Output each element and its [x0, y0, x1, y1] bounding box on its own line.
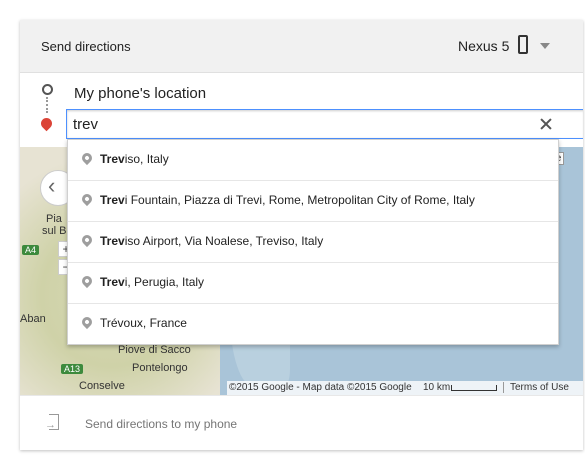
suggestion-item[interactable]: Trévoux, France	[68, 303, 558, 344]
clear-icon[interactable]	[537, 115, 555, 133]
send-footer: → Send directions to my phone	[20, 395, 583, 450]
header-title: Send directions	[41, 39, 131, 54]
map-label-piove-di-sacco: Piove di Sacco	[118, 344, 191, 356]
origin-circle-icon	[42, 84, 53, 95]
send-to-phone-button[interactable]: Send directions to my phone	[85, 417, 237, 431]
place-pin-icon	[79, 150, 95, 166]
suggestion-match: Trev	[100, 152, 125, 166]
map-copyright: ©2015 Google - Map data ©2015 Google	[229, 382, 412, 393]
dialog-header: Send directions Nexus 5	[20, 20, 583, 73]
route-connector	[46, 97, 48, 113]
suggestion-match: Trev	[100, 275, 125, 289]
suggestion-match: Trev	[100, 193, 125, 207]
suggestion-item[interactable]: Treviso Airport, Via Noalese, Treviso, I…	[68, 221, 558, 262]
suggestion-rest: iso, Italy	[124, 152, 169, 166]
phone-icon[interactable]	[518, 35, 528, 54]
map-label-aban: Aban	[20, 313, 46, 325]
destination-input[interactable]	[66, 109, 583, 139]
place-pin-icon	[79, 273, 95, 289]
send-to-phone-icon: →	[45, 414, 59, 431]
autocomplete-dropdown: Treviso, Italy Trevi Fountain, Piazza di…	[67, 139, 559, 345]
destination-pin-icon	[38, 115, 55, 132]
suggestion-item[interactable]: Treviso, Italy	[68, 140, 558, 180]
map-attribution-bar: ©2015 Google - Map data ©2015 Google 10 …	[227, 381, 583, 395]
suggestion-rest: i Fountain, Piazza di Trevi, Rome, Metro…	[124, 193, 475, 207]
suggestion-rest: i, Perugia, Italy	[124, 275, 205, 289]
place-pin-icon	[79, 314, 95, 330]
route-inputs: My phone's location	[20, 73, 583, 147]
suggestion-rest: iso Airport, Via Noalese, Treviso, Italy	[124, 234, 324, 248]
place-pin-icon	[79, 191, 95, 207]
road-badge-a4: A4	[22, 245, 40, 255]
map-label-pia: Pia	[46, 213, 62, 225]
suggestion-item[interactable]: Trevi, Perugia, Italy	[68, 262, 558, 303]
map-label-pontelongo: Pontelongo	[132, 362, 188, 374]
map-scale-bar	[451, 385, 497, 391]
suggestion-rest: Trévoux, France	[100, 316, 187, 330]
road-badge-a13: A13	[61, 364, 84, 374]
map-label-conselve: Conselve	[79, 380, 125, 392]
place-pin-icon	[79, 232, 95, 248]
suggestion-item[interactable]: Trevi Fountain, Piazza di Trevi, Rome, M…	[68, 180, 558, 221]
map-scale-label: 10 km	[423, 382, 451, 393]
terms-of-use-link[interactable]: Terms of Use	[503, 382, 569, 393]
map-label-sul-b: sul B	[42, 225, 67, 237]
suggestion-match: Trev	[100, 234, 125, 248]
dropdown-caret-icon[interactable]	[540, 43, 550, 49]
device-selector-label[interactable]: Nexus 5	[458, 38, 509, 54]
origin-location[interactable]: My phone's location	[74, 85, 206, 102]
